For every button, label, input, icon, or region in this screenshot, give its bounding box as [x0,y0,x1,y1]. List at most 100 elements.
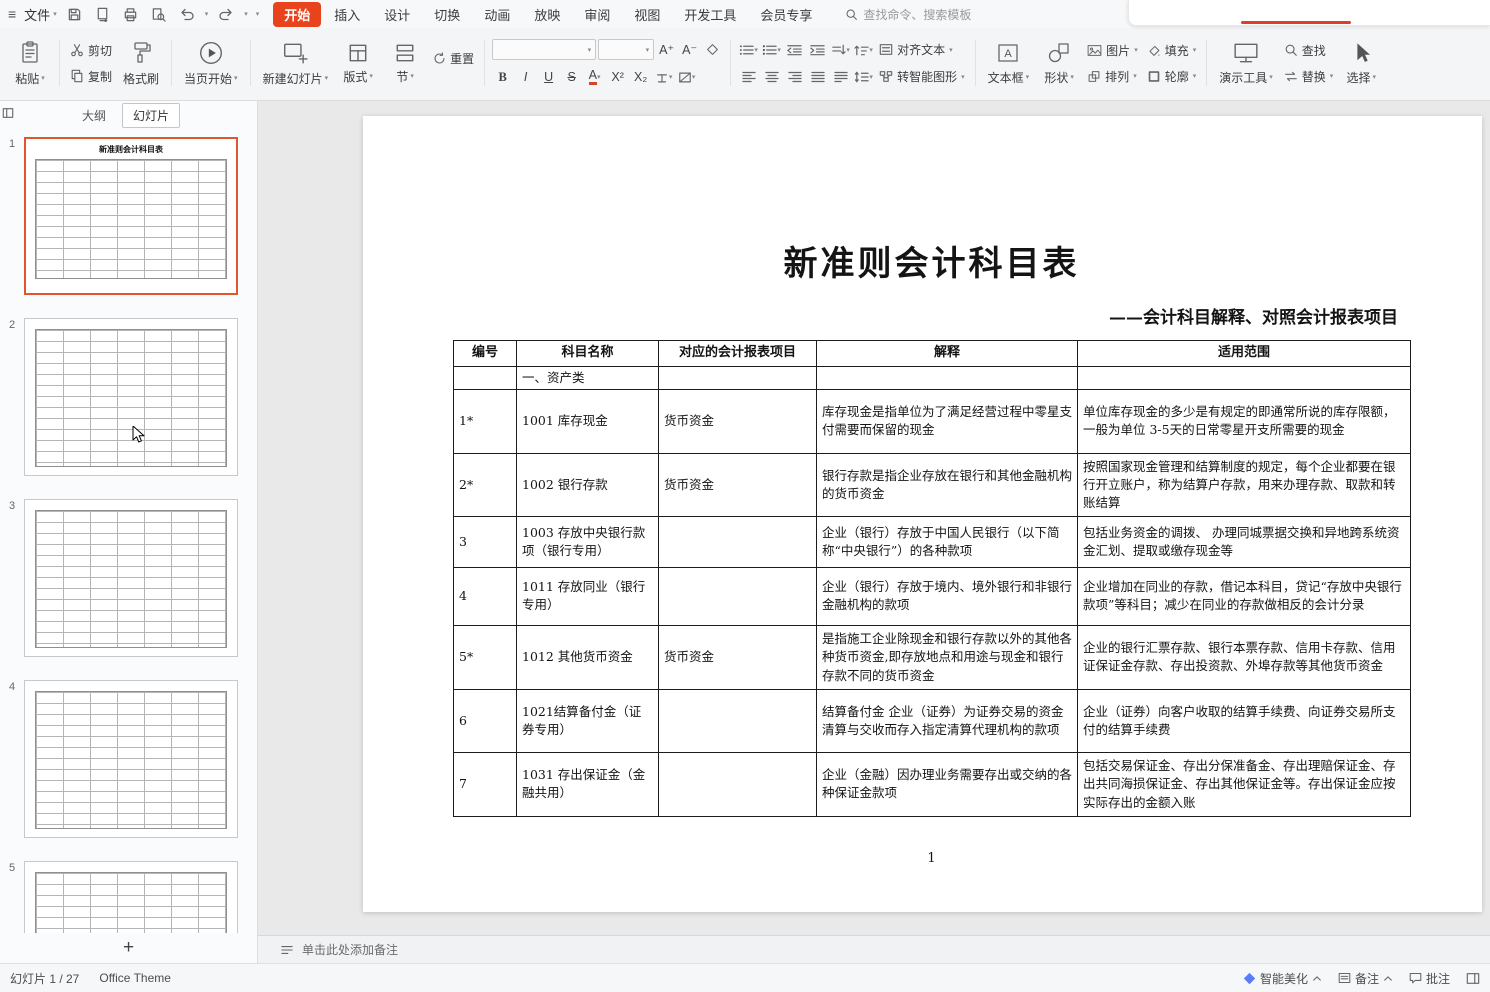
save-button[interactable] [65,4,85,24]
undo-dropdown-icon[interactable]: ▾ [205,10,209,18]
fill-button[interactable]: 填充▾ [1144,41,1200,60]
notes-toggle-button[interactable]: 备注 [1338,970,1393,987]
comments-button[interactable]: 批注 [1409,970,1450,987]
cell-name: 1021结算备付金（证券专用） [517,689,659,752]
increase-indent-button[interactable] [807,40,828,60]
cell-num: 4 [454,567,517,625]
tab-transition[interactable]: 切换 [423,2,471,27]
strikethrough-button[interactable]: S [561,67,582,87]
reset-button[interactable]: 重置 [430,49,477,68]
print-preview-button[interactable] [149,4,169,24]
tab-slideshow[interactable]: 放映 [523,2,571,27]
phonetic-guide-button[interactable]: ▾ [653,67,674,87]
add-slide-button[interactable]: + [0,933,257,963]
line-sort-button[interactable]: ▾ [853,40,874,60]
align-left-button[interactable] [738,67,759,87]
print-button[interactable] [121,4,141,24]
tab-view[interactable]: 视图 [623,2,671,27]
redo-button[interactable] [216,4,236,24]
align-center-button[interactable] [761,67,782,87]
new-slide-button[interactable]: 新建幻灯片▾ [258,33,334,93]
tab-member[interactable]: 会员专享 [749,2,823,27]
copy-button[interactable]: 复制 [67,67,115,86]
bullet-list-button[interactable]: ▾ [738,40,759,60]
cell-report: 货币资金 [659,389,817,453]
thumbnail-table-sketch [35,691,227,829]
font-family-select[interactable]: ▾ [492,39,596,60]
cell-report [659,689,817,752]
convert-smartart-button[interactable]: 转智能图形▾ [876,67,968,86]
find-button[interactable]: 查找 [1281,41,1337,60]
thumbnail-table-sketch [35,159,227,279]
command-search[interactable]: 查找命令、搜索模板 [845,6,971,23]
file-menu[interactable]: 文件 ▾ [24,5,57,24]
col-header-name: 科目名称 [517,341,659,367]
slide-thumbnail-3[interactable] [24,499,238,657]
subscript-button[interactable]: X₂ [630,67,651,87]
slide-thumbnail-5[interactable] [24,861,238,933]
layout-button[interactable]: 版式▾ [336,33,380,93]
distribute-button[interactable] [830,67,851,87]
textbox-button[interactable]: A 文本框▾ [983,33,1035,93]
tab-home[interactable]: 开始 [273,2,321,27]
line-spacing-button[interactable]: ▾ [853,67,874,87]
justify-button[interactable] [807,67,828,87]
select-button[interactable]: 选择▾ [1339,33,1383,93]
cell-scope: 企业的银行汇票存款、银行本票存款、信用卡存款、信用证保证金存款、存出投资款、外埠… [1078,625,1411,689]
cell-report: 货币资金 [659,453,817,516]
decrease-font-button[interactable]: A⁻ [679,40,700,60]
hamburger-menu-icon[interactable]: ≡ [8,6,16,22]
slide-thumbnail-1[interactable]: 新准则会计科目表 [24,137,238,295]
tab-review[interactable]: 审阅 [573,2,621,27]
slide-thumbnail-4[interactable] [24,680,238,838]
arrange-button[interactable]: 排列▾ [1084,67,1141,86]
align-text-button[interactable]: 对齐文本▾ [876,40,956,59]
shapes-button[interactable]: 形状▾ [1037,33,1081,93]
slide-subtitle[interactable]: ——会计科目解释、对照会计报表项目 [453,303,1410,328]
section-button[interactable]: 节▾ [383,33,427,93]
cell-explain: 库存现金是指单位为了满足经营过程中零星支付需要而保留的现金 [817,389,1078,453]
outline-button[interactable]: 轮廓▾ [1144,67,1200,86]
picture-button[interactable]: 图片▾ [1084,41,1141,60]
italic-button[interactable]: I [515,67,536,87]
slide-thumbnail-2[interactable] [24,318,238,476]
panel-tab-outline[interactable]: 大纲 [72,104,116,127]
tab-devtools[interactable]: 开发工具 [673,2,747,27]
font-color-button[interactable]: A▾ [584,67,605,87]
clear-format-button[interactable] [702,40,723,60]
presentation-tools-button[interactable]: 演示工具▾ [1214,33,1278,93]
undo-button[interactable] [177,4,197,24]
smart-beautify-button[interactable]: 智能美化 [1243,970,1322,987]
decrease-indent-button[interactable] [784,40,805,60]
underline-button[interactable]: U [538,67,559,87]
char-shading-button[interactable]: ▾ [676,67,697,87]
superscript-button[interactable]: X² [607,67,628,87]
text-direction-button[interactable]: ▾ [830,40,851,60]
tab-design[interactable]: 设计 [373,2,421,27]
replace-button[interactable]: 替换▾ [1281,67,1337,86]
export-button[interactable] [93,4,113,24]
slide-title[interactable]: 新准则会计科目表 [453,236,1410,285]
tab-animation[interactable]: 动画 [473,2,521,27]
align-right-button[interactable] [784,67,805,87]
quickbar-more-icon[interactable]: ▾ [256,10,260,18]
format-painter-button[interactable]: 格式刷 [118,33,164,93]
paste-button[interactable]: 粘贴▾ [8,33,52,93]
tab-insert[interactable]: 插入 [323,2,371,27]
replace-icon [1284,70,1298,83]
redo-dropdown-icon[interactable]: ▾ [244,10,248,18]
accounting-subjects-table[interactable]: 编号 科目名称 对应的会计报表项目 解释 适用范围 一、资产类 1* [453,340,1411,817]
increase-font-button[interactable]: A⁺ [656,40,677,60]
cut-button[interactable]: 剪切 [67,41,115,60]
slide-canvas[interactable]: 新准则会计科目表 ——会计科目解释、对照会计报表项目 编号 科目名称 对应的会计… [258,101,1490,935]
notes-bar[interactable]: 单击此处添加备注 [258,935,1490,963]
slide-1[interactable]: 新准则会计科目表 ——会计科目解释、对照会计报表项目 编号 科目名称 对应的会计… [363,116,1482,912]
view-panel-toggle[interactable] [1466,972,1480,985]
play-from-current-button[interactable]: 当页开始▾ [179,33,243,93]
panel-tab-slides[interactable]: 幻灯片 [122,103,180,128]
bold-button[interactable]: B [492,67,513,87]
pane-collapse-icon[interactable] [2,107,14,122]
numbered-list-button[interactable]: ▾ [761,40,782,60]
font-size-select[interactable]: ▾ [598,39,654,60]
theme-name[interactable]: Office Theme [99,971,171,985]
